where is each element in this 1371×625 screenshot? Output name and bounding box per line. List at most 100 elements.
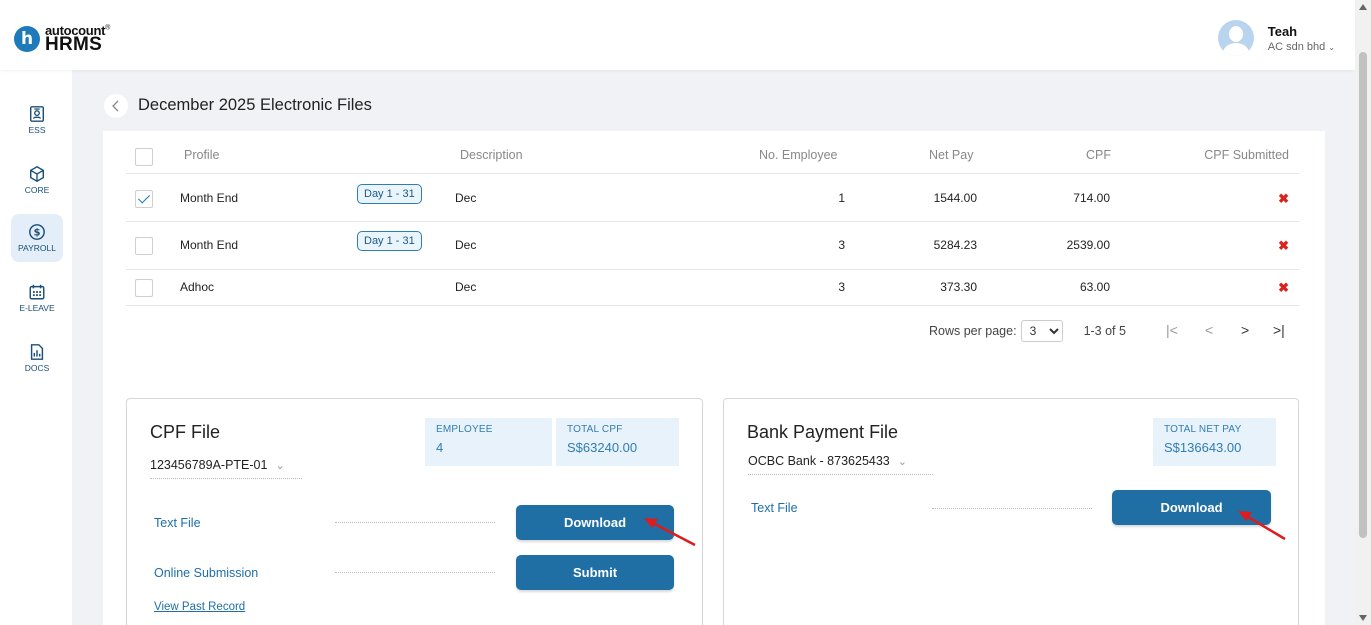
first-page-icon[interactable]: |< bbox=[1166, 322, 1178, 338]
table-row[interactable]: Adhoc Dec 3 373.30 63.00 ✖ bbox=[126, 270, 1299, 306]
page-scrollbar[interactable] bbox=[1355, 0, 1371, 625]
sidebar-item-payroll[interactable]: $ PAYROLL bbox=[11, 214, 63, 262]
scroll-down-arrow-icon[interactable] bbox=[1359, 615, 1367, 621]
total-net-pay-value: S$136643.00 bbox=[1164, 440, 1242, 455]
sidebar-item-e-leave[interactable]: E-LEAVE bbox=[11, 274, 63, 322]
bank-payment-file-title: Bank Payment File bbox=[747, 422, 899, 442]
top-header: h autocount® HRMS Teah AC sdn bhd ⌄ bbox=[0, 0, 1355, 70]
divider bbox=[335, 522, 495, 523]
row-checkbox[interactable] bbox=[135, 237, 153, 255]
svg-text:$: $ bbox=[34, 228, 41, 239]
cell-net-pay: 1544.00 bbox=[933, 191, 977, 205]
dollar-icon: $ bbox=[29, 224, 45, 240]
sidebar-label-docs: DOCS bbox=[24, 363, 50, 373]
previous-page-icon[interactable]: < bbox=[1205, 322, 1213, 338]
cpf-account-select[interactable]: 123456789A-PTE-01 ⌄ bbox=[150, 458, 302, 479]
bank-account-select[interactable]: OCBC Bank - 873625433 ⌄ bbox=[748, 454, 933, 475]
cpf-file-title: CPF File bbox=[150, 422, 221, 442]
divider bbox=[932, 508, 1092, 509]
header-profile[interactable]: Profile bbox=[184, 148, 219, 162]
select-all-checkbox[interactable] bbox=[135, 148, 153, 166]
day-range-tag: Day 1 - 31 bbox=[357, 231, 422, 251]
cell-cpf: 714.00 bbox=[1073, 191, 1110, 205]
calendar-icon bbox=[29, 284, 45, 300]
cell-employees: 3 bbox=[838, 238, 845, 252]
back-button[interactable] bbox=[104, 94, 128, 118]
sidebar-label-ess: ESS bbox=[28, 125, 46, 135]
cpf-text-file-label: Text File bbox=[154, 516, 201, 530]
cell-net-pay: 5284.23 bbox=[933, 238, 977, 252]
logo-mark: h bbox=[14, 26, 40, 52]
next-page-icon[interactable]: > bbox=[1241, 322, 1249, 338]
user-menu[interactable]: Teah AC sdn bhd ⌄ bbox=[1217, 20, 1335, 56]
cpf-account-value: 123456789A-PTE-01 bbox=[150, 458, 268, 472]
scroll-thumb[interactable] bbox=[1359, 52, 1367, 538]
chevron-down-icon: ⌄ bbox=[897, 456, 907, 468]
cpf-download-button[interactable]: Download bbox=[516, 505, 674, 540]
header-cpf-submitted[interactable]: CPF Submitted bbox=[1204, 148, 1289, 162]
cpf-submit-button[interactable]: Submit bbox=[516, 555, 674, 590]
company-name: AC sdn bhd bbox=[1267, 40, 1326, 53]
table-header-row: Profile Description No. Employee Net Pay… bbox=[126, 137, 1299, 174]
page-range: 1-3 of 5 bbox=[1083, 324, 1126, 338]
user-name: Teah bbox=[1267, 23, 1298, 39]
table-row[interactable]: Month End Day 1 - 31 Dec 1 1544.00 714.0… bbox=[126, 174, 1299, 222]
cell-cpf: 2539.00 bbox=[1066, 238, 1110, 252]
bank-account-value: OCBC Bank - 873625433 bbox=[748, 454, 890, 468]
row-checkbox[interactable] bbox=[135, 190, 153, 208]
bank-text-file-label: Text File bbox=[751, 501, 798, 515]
day-range-tag: Day 1 - 31 bbox=[357, 184, 422, 204]
divider bbox=[335, 572, 495, 573]
scroll-up-arrow-icon[interactable] bbox=[1359, 4, 1367, 10]
sidebar-item-core[interactable]: CORE bbox=[11, 156, 63, 204]
pagination: Rows per page: 3 1-3 of 5 bbox=[929, 320, 1126, 342]
cell-net-pay: 373.30 bbox=[940, 280, 977, 294]
document-chart-icon bbox=[30, 344, 44, 360]
rows-per-page-select[interactable]: 3 bbox=[1020, 320, 1063, 342]
employee-stat-label: EMPLOYEE bbox=[436, 424, 493, 435]
cpf-not-submitted-icon: ✖ bbox=[1278, 191, 1289, 206]
view-past-record-link[interactable]: View Past Record bbox=[154, 601, 245, 613]
avatar[interactable] bbox=[1217, 20, 1254, 56]
header-description[interactable]: Description bbox=[460, 148, 523, 162]
chevron-left-icon bbox=[112, 100, 119, 112]
bank-payment-file-panel: Bank Payment File OCBC Bank - 873625433 ⌄… bbox=[723, 398, 1299, 625]
cell-description: Dec bbox=[455, 280, 477, 294]
total-cpf-label: TOTAL CPF bbox=[567, 424, 623, 435]
sidebar-label-e-leave: E-LEAVE bbox=[19, 303, 55, 313]
total-cpf-stat: TOTAL CPF S$63240.00 bbox=[556, 418, 679, 466]
cell-profile: Month End bbox=[180, 238, 239, 252]
header-net-pay[interactable]: Net Pay bbox=[929, 148, 973, 162]
checkmark-icon bbox=[137, 191, 151, 204]
cell-cpf: 63.00 bbox=[1079, 280, 1110, 294]
chevron-down-icon[interactable]: ⌄ bbox=[1328, 43, 1335, 52]
total-net-pay-label: TOTAL NET PAY bbox=[1164, 424, 1242, 435]
online-submission-label: Online Submission bbox=[154, 566, 259, 580]
table-row[interactable]: Month End Day 1 - 31 Dec 3 5284.23 2539.… bbox=[126, 222, 1299, 270]
employee-stat-value: 4 bbox=[436, 440, 444, 455]
rows-per-page-label: Rows per page: bbox=[929, 324, 1017, 338]
cell-description: Dec bbox=[455, 238, 477, 252]
sidebar-item-docs[interactable]: DOCS bbox=[11, 334, 63, 382]
page-title: December 2025 Electronic Files bbox=[138, 96, 372, 114]
employee-stat: EMPLOYEE 4 bbox=[425, 418, 552, 466]
header-no-employee[interactable]: No. Employee bbox=[759, 148, 838, 162]
header-cpf[interactable]: CPF bbox=[1086, 148, 1111, 162]
cpf-file-panel: CPF File 123456789A-PTE-01 ⌄ EMPLOYEE 4 T… bbox=[126, 398, 703, 625]
sidebar-label-payroll: PAYROLL bbox=[18, 243, 56, 253]
total-net-pay-stat: TOTAL NET PAY S$136643.00 bbox=[1153, 418, 1276, 466]
bank-download-button[interactable]: Download bbox=[1112, 490, 1271, 525]
sidebar-label-core: CORE bbox=[24, 185, 50, 195]
cell-profile: Month End bbox=[180, 191, 239, 205]
total-cpf-value: S$63240.00 bbox=[567, 440, 638, 455]
sidebar-item-ess[interactable]: ESS bbox=[11, 96, 63, 144]
row-checkbox[interactable] bbox=[135, 279, 153, 297]
app-logo[interactable]: h autocount® HRMS bbox=[14, 24, 110, 54]
cell-employees: 1 bbox=[838, 191, 845, 205]
sidebar: ESS CORE $ PAYROLL E-LEAVE DOCS bbox=[0, 70, 72, 625]
cell-profile: Adhoc bbox=[180, 280, 215, 294]
cpf-not-submitted-icon: ✖ bbox=[1278, 238, 1289, 253]
last-page-icon[interactable]: >| bbox=[1273, 322, 1285, 338]
cpf-not-submitted-icon: ✖ bbox=[1278, 280, 1289, 295]
cube-icon bbox=[29, 165, 45, 183]
